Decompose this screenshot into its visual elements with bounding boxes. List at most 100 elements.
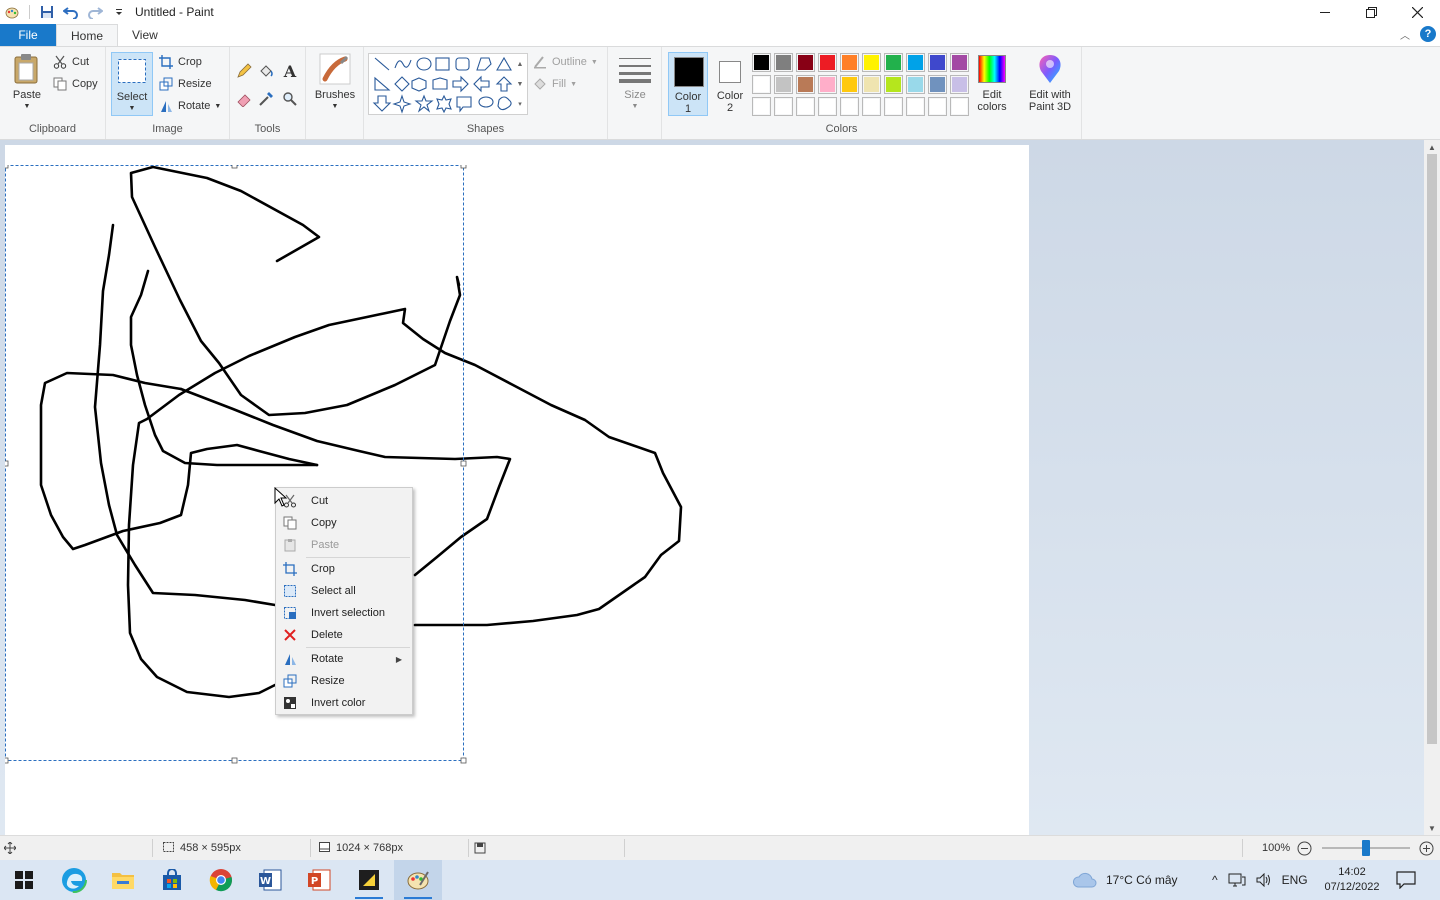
context-crop[interactable]: Crop <box>278 558 410 580</box>
edit-with-paint3d-button[interactable]: Edit with Paint 3D <box>1022 53 1078 113</box>
network-icon[interactable] <box>1228 873 1246 887</box>
pencil-tool[interactable] <box>236 61 252 81</box>
tab-view[interactable]: View <box>118 24 172 46</box>
palette-swatch[interactable] <box>928 75 947 94</box>
cut-button[interactable]: Cut <box>52 52 89 72</box>
taskbar-chrome[interactable] <box>197 860 245 900</box>
fill-button[interactable]: Fill ▼ <box>532 74 577 94</box>
palette-swatch[interactable] <box>774 75 793 94</box>
context-select-all[interactable]: Select all <box>278 580 410 602</box>
volume-icon[interactable] <box>1256 873 1272 887</box>
customize-toolbar-icon[interactable] <box>109 2 129 22</box>
taskbar-file-explorer[interactable] <box>99 860 147 900</box>
redo-icon[interactable] <box>85 2 105 22</box>
magnifier-tool[interactable] <box>282 89 298 109</box>
shapes-gallery[interactable] <box>368 53 528 115</box>
save-icon[interactable] <box>37 2 57 22</box>
minimize-button[interactable] <box>1302 0 1348 24</box>
language-indicator[interactable]: ENG <box>1282 873 1308 887</box>
context-paste[interactable]: Paste <box>278 534 410 556</box>
palette-swatch[interactable] <box>862 97 881 116</box>
paint-app-icon[interactable] <box>2 2 22 22</box>
zoom-in-button[interactable] <box>1419 836 1434 860</box>
clock[interactable]: 14:02 07/12/2022 <box>1316 860 1388 900</box>
weather-widget[interactable]: 17°C Có mây <box>1072 860 1178 900</box>
palette-swatch[interactable] <box>906 97 925 116</box>
palette-swatch[interactable] <box>862 53 881 72</box>
palette-swatch[interactable] <box>818 97 837 116</box>
context-copy[interactable]: Copy <box>278 512 410 534</box>
context-delete[interactable]: Delete <box>278 624 410 646</box>
size-button[interactable]: Size ▼ <box>616 53 654 113</box>
collapse-ribbon-icon[interactable]: ︿ <box>1400 27 1410 42</box>
palette-swatch[interactable] <box>950 53 969 72</box>
palette-swatch[interactable] <box>774 53 793 72</box>
eraser-tool[interactable] <box>236 89 252 109</box>
color-picker-tool[interactable] <box>258 89 274 109</box>
palette-swatch[interactable] <box>884 53 903 72</box>
palette-swatch[interactable] <box>752 75 771 94</box>
taskbar-store[interactable] <box>148 860 196 900</box>
taskbar-word[interactable]: W <box>246 860 294 900</box>
vertical-scrollbar[interactable]: ▲ ▼ <box>1424 140 1440 835</box>
context-resize[interactable]: Resize <box>278 670 410 692</box>
palette-swatch[interactable] <box>840 75 859 94</box>
taskbar-sticky-notes[interactable] <box>345 860 393 900</box>
scroll-down-icon[interactable]: ▼ <box>1424 821 1440 835</box>
context-invert-color[interactable]: Invert color <box>278 692 410 714</box>
taskbar-paint[interactable] <box>394 860 442 900</box>
resize-button[interactable]: Resize <box>158 74 212 94</box>
palette-swatch[interactable] <box>840 53 859 72</box>
context-cut[interactable]: Cut <box>278 490 410 512</box>
scrollbar-thumb[interactable] <box>1427 154 1437 744</box>
text-tool[interactable]: A <box>282 61 298 81</box>
palette-swatch[interactable] <box>840 97 859 116</box>
undo-icon[interactable] <box>61 2 81 22</box>
palette-swatch[interactable] <box>884 97 903 116</box>
palette-swatch[interactable] <box>906 53 925 72</box>
palette-swatch[interactable] <box>950 97 969 116</box>
copy-button[interactable]: Copy <box>52 74 98 94</box>
outline-button[interactable]: Outline ▼ <box>532 52 598 72</box>
restore-button[interactable] <box>1348 0 1394 24</box>
palette-swatch[interactable] <box>928 97 947 116</box>
paste-button[interactable]: Paste ▼ <box>8 53 46 113</box>
brushes-button[interactable]: Brushes ▼ <box>312 53 358 113</box>
close-button[interactable] <box>1394 0 1440 24</box>
color2-button[interactable]: Color 2 <box>710 52 750 116</box>
select-button[interactable]: Select ▼ <box>111 55 153 115</box>
zoom-slider-thumb[interactable] <box>1362 840 1370 856</box>
palette-swatch[interactable] <box>752 97 771 116</box>
context-rotate[interactable]: Rotate ▶ <box>278 648 410 670</box>
palette-swatch[interactable] <box>928 53 947 72</box>
palette-swatch[interactable] <box>796 97 815 116</box>
shapes-scroll[interactable]: ▲ ▼ ▾ <box>514 55 526 113</box>
taskbar-edge[interactable] <box>50 860 98 900</box>
tab-file[interactable]: File <box>0 24 56 46</box>
palette-swatch[interactable] <box>818 75 837 94</box>
context-invert-selection[interactable]: Invert selection <box>278 602 410 624</box>
taskbar-powerpoint[interactable]: P <box>295 860 343 900</box>
edit-colors-button[interactable]: Edit colors <box>972 53 1012 113</box>
scroll-up-icon[interactable]: ▲ <box>1424 140 1440 154</box>
palette-swatch[interactable] <box>950 75 969 94</box>
tab-home[interactable]: Home <box>56 24 119 46</box>
crop-button[interactable]: Crop <box>158 52 202 72</box>
start-button[interactable] <box>0 860 48 900</box>
fill-tool[interactable] <box>258 61 274 81</box>
palette-swatch[interactable] <box>796 75 815 94</box>
show-hidden-icons-icon[interactable]: ^ <box>1212 873 1218 887</box>
rotate-button[interactable]: Rotate ▼ <box>158 96 221 116</box>
notifications-button[interactable] <box>1396 860 1416 900</box>
palette-swatch[interactable] <box>752 53 771 72</box>
palette-swatch[interactable] <box>818 53 837 72</box>
palette-swatch[interactable] <box>906 75 925 94</box>
zoom-out-button[interactable] <box>1297 836 1312 860</box>
color1-button[interactable]: Color 1 <box>668 52 708 116</box>
palette-swatch[interactable] <box>796 53 815 72</box>
help-icon[interactable]: ? <box>1420 26 1436 42</box>
palette-swatch[interactable] <box>862 75 881 94</box>
palette-swatch[interactable] <box>884 75 903 94</box>
palette-swatch[interactable] <box>774 97 793 116</box>
drawing-canvas[interactable] <box>5 145 1029 835</box>
